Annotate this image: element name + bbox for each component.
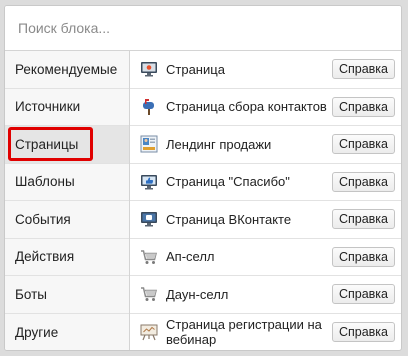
category-actions[interactable]: Действия <box>5 239 129 276</box>
thumbs-up-icon <box>141 174 157 190</box>
category-label: Рекомендуемые <box>15 61 118 77</box>
search-bar <box>5 6 401 51</box>
cart-icon <box>141 250 157 264</box>
category-sources[interactable]: Источники <box>5 89 129 126</box>
block-name: Ап-селл <box>166 249 215 265</box>
help-button[interactable]: Справка <box>331 284 395 305</box>
monitor-icon <box>141 62 157 77</box>
category-other[interactable]: Другие <box>5 314 129 351</box>
help-button[interactable]: Справка <box>331 322 395 343</box>
block-name: Страница <box>166 61 225 77</box>
category-recommended[interactable]: Рекомендуемые <box>5 51 129 89</box>
block-name: Лендинг продажи <box>166 136 272 152</box>
category-label: Боты <box>15 286 47 302</box>
block-name: Даун-селл <box>166 286 229 302</box>
category-bots[interactable]: Боты <box>5 276 129 314</box>
block-item[interactable]: Страница регистрации на вебинар Справка <box>130 314 401 351</box>
category-events[interactable]: События <box>5 201 129 239</box>
vk-page-icon <box>141 212 157 227</box>
block-item[interactable]: Страница "Спасибо" Справка <box>130 164 401 201</box>
block-item[interactable]: Лендинг продажи Справка <box>130 126 401 164</box>
category-label: Другие <box>15 324 59 340</box>
block-list: Страница Справка Страница сбора контакто… <box>130 51 401 351</box>
help-button[interactable]: Справка <box>331 96 395 117</box>
block-item[interactable]: Страница ВКонтакте Справка <box>130 201 401 239</box>
help-button[interactable]: Справка <box>331 209 395 230</box>
category-templates[interactable]: Шаблоны <box>5 164 129 201</box>
category-label: Шаблоны <box>15 174 75 190</box>
category-label: Источники <box>15 99 81 115</box>
help-button[interactable]: Справка <box>331 134 395 155</box>
block-item[interactable]: Страница Справка <box>130 51 401 89</box>
category-label: События <box>15 211 71 227</box>
picker-body: Рекомендуемые Источники Страницы Шаблоны… <box>5 51 401 351</box>
category-list: Рекомендуемые Источники Страницы Шаблоны… <box>5 51 130 351</box>
block-item[interactable]: Ап-селл Справка <box>130 239 401 276</box>
block-item[interactable]: Страница сбора контактов Справка <box>130 89 401 126</box>
help-button[interactable]: Справка <box>331 171 395 192</box>
cart-icon <box>141 287 157 302</box>
landing-page-icon <box>140 135 158 153</box>
mailbox-icon <box>143 98 154 115</box>
block-name: Страница сбора контактов <box>166 99 327 115</box>
webinar-board-icon <box>140 324 158 341</box>
block-name: Страница "Спасибо" <box>166 174 290 190</box>
category-label: Действия <box>15 249 75 265</box>
category-pages[interactable]: Страницы <box>5 126 129 164</box>
help-button[interactable]: Справка <box>331 59 395 80</box>
block-item[interactable]: Даун-селл Справка <box>130 276 401 314</box>
search-input[interactable] <box>5 6 401 50</box>
help-button[interactable]: Справка <box>331 246 395 267</box>
category-label: Страницы <box>15 136 79 152</box>
block-name: Страница регистрации на вебинар <box>166 317 322 348</box>
block-picker-panel: Рекомендуемые Источники Страницы Шаблоны… <box>4 5 402 351</box>
block-name: Страница ВКонтакте <box>166 211 292 227</box>
